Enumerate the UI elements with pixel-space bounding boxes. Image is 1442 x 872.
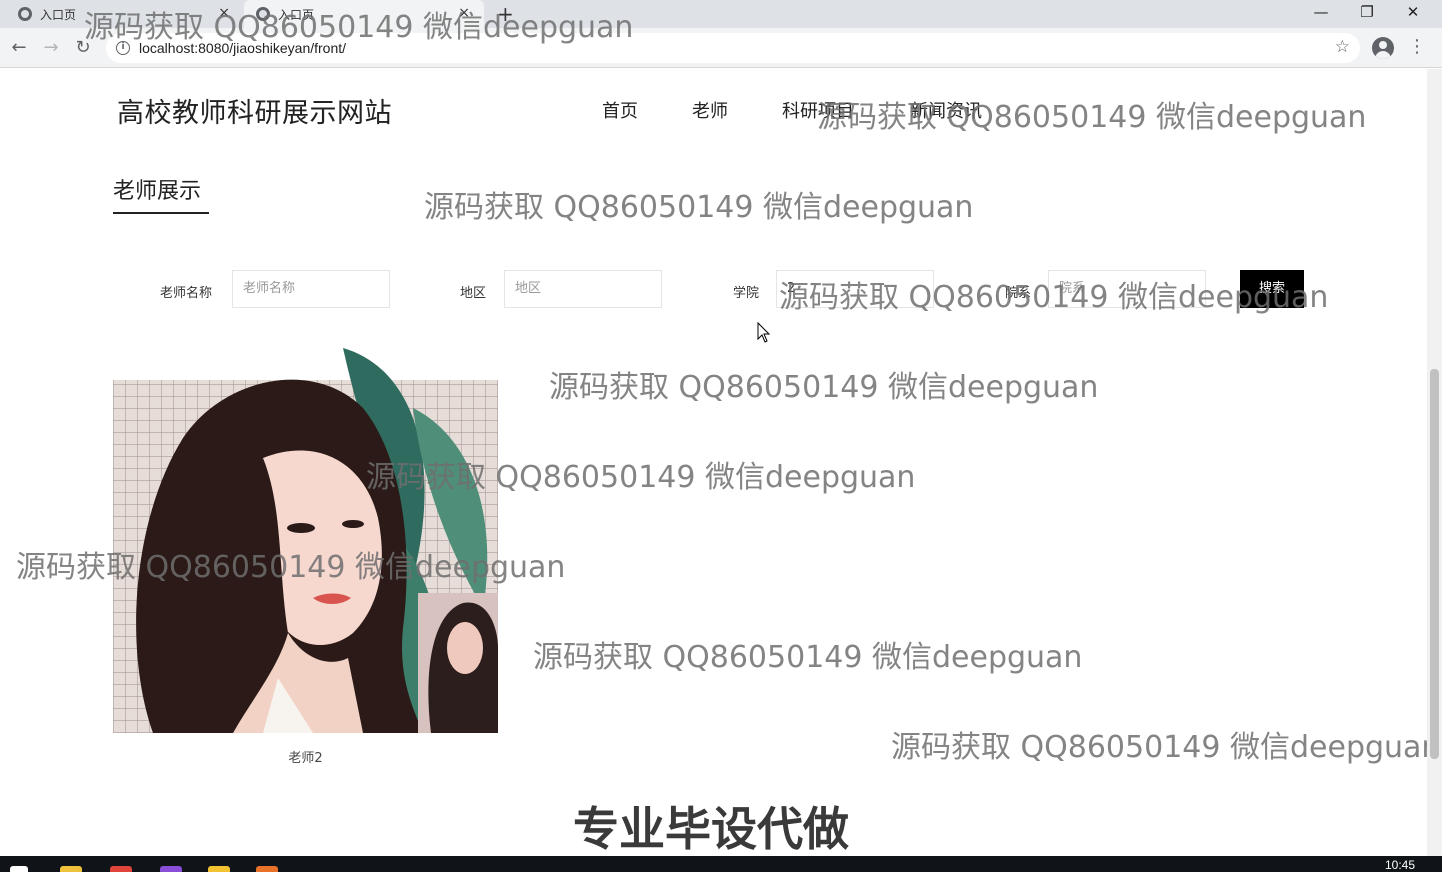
new-tab-button[interactable]: +	[497, 2, 514, 26]
page-scrollbar[interactable]	[1427, 69, 1442, 856]
nav-item-news[interactable]: 新闻资讯	[910, 97, 982, 123]
url-text[interactable]: localhost:8080/jiaoshikeyan/front/	[139, 40, 346, 56]
watermark: 源码获取 QQ86050149 微信deepguan	[424, 190, 974, 225]
browser-menu-icon[interactable]: ⋮	[1408, 36, 1426, 57]
nav-item-research-projects[interactable]: 科研项目	[782, 97, 854, 123]
watermark: 源码获取 QQ86050149 微信deepguan	[891, 730, 1427, 765]
taskbar-clock: 10:45	[1385, 858, 1416, 872]
browser-tab-2-active[interactable]: 入口页 ×	[244, 0, 484, 28]
search-button[interactable]: 搜索	[1240, 270, 1304, 308]
nav-item-teachers[interactable]: 老师	[692, 97, 728, 123]
maximize-window-icon[interactable]: ❐	[1344, 0, 1390, 28]
browser-tab-1[interactable]: 入口页 ×	[0, 0, 244, 28]
minimize-window-icon[interactable]: —	[1298, 0, 1344, 28]
browser-toolbar: ← → ↻ i localhost:8080/jiaoshikeyan/fron…	[0, 28, 1442, 68]
region-label: 地区	[460, 286, 487, 301]
site-info-icon[interactable]: i	[116, 41, 130, 55]
section-title: 老师展示	[113, 179, 202, 204]
page-content: 高校教师科研展示网站 首页 老师 科研项目 新闻资讯 老师展示 老师名称 老师名…	[0, 69, 1427, 856]
profile-avatar-icon[interactable]	[1372, 37, 1394, 59]
teacher-photo[interactable]	[113, 348, 498, 733]
start-menu-icon[interactable]	[10, 866, 28, 872]
watermark: 源码获取 QQ86050149 微信deepguan	[533, 640, 1083, 675]
department-label: 院系	[1005, 286, 1032, 301]
department-input[interactable]: 院系	[1048, 270, 1206, 308]
section-title-underline	[113, 212, 209, 214]
ide-icon[interactable]	[160, 866, 182, 872]
nav-item-home[interactable]: 首页	[602, 97, 638, 123]
forward-arrow-icon[interactable]: →	[39, 36, 63, 60]
close-tab-icon[interactable]: ×	[218, 5, 230, 21]
region-input[interactable]: 地区	[504, 270, 662, 308]
reload-icon[interactable]: ↻	[71, 36, 95, 60]
watermark: 源码获取 QQ86050149 微信deepguan	[549, 370, 1099, 405]
file-explorer-icon[interactable]	[60, 866, 82, 872]
browser-tab-strip: 入口页 × 入口页 × + — ❐ ✕	[0, 0, 1442, 28]
tab-title: 入口页	[278, 7, 315, 22]
teacher-name-label: 老师名称	[160, 286, 213, 301]
teacher-name-input[interactable]: 老师名称	[232, 270, 390, 308]
promo-banner: 专业毕设代做	[573, 802, 849, 856]
globe-icon	[256, 7, 270, 21]
watermark: 源码获取 QQ86050149 微信deepguan	[817, 100, 1367, 135]
college-label: 学院	[733, 286, 760, 301]
teacher-name[interactable]: 老师2	[113, 747, 498, 766]
site-title[interactable]: 高校教师科研展示网站	[117, 91, 392, 130]
teacher-illustration	[113, 348, 498, 733]
app-icon[interactable]	[256, 866, 278, 872]
mouse-cursor-icon	[757, 322, 771, 343]
close-tab-icon[interactable]: ×	[458, 5, 470, 21]
chrome-icon[interactable]	[110, 866, 132, 872]
college-input[interactable]: 2	[776, 270, 934, 308]
app-icon[interactable]	[208, 866, 230, 872]
close-window-icon[interactable]: ✕	[1390, 0, 1436, 28]
address-bar[interactable]: i localhost:8080/jiaoshikeyan/front/ ☆	[106, 33, 1360, 63]
bookmark-star-icon[interactable]: ☆	[1335, 37, 1350, 57]
scrollbar-thumb[interactable]	[1430, 369, 1439, 759]
back-arrow-icon[interactable]: ←	[7, 36, 31, 60]
os-taskbar: 10:45	[0, 856, 1442, 872]
tab-title: 入口页	[40, 7, 77, 22]
globe-icon	[18, 7, 32, 21]
